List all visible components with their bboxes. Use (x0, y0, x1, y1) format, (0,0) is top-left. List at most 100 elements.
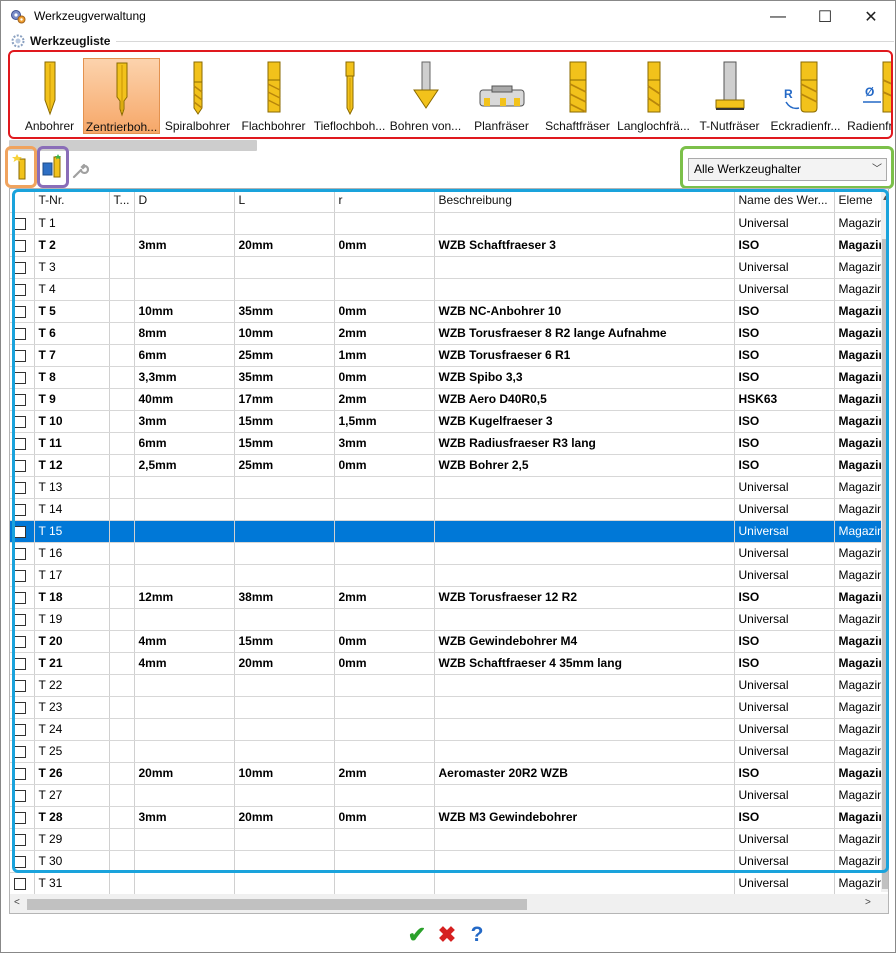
col-header-t[interactable]: T... (109, 189, 135, 213)
close-button[interactable]: ✕ (848, 1, 894, 32)
table-row[interactable]: T 3 Universal Magazin (10, 256, 888, 279)
table-row[interactable]: T 11 6mm 15mm 3mm WZB Radiusfraeser R3 lang I… (10, 432, 888, 455)
tool-tieflochbohrer[interactable]: Tieflochboh... (311, 58, 388, 134)
tool-zentrierbohrer[interactable]: Zentrierboh... (83, 58, 160, 134)
row-checkbox[interactable] (14, 459, 26, 472)
row-checkbox[interactable] (14, 305, 26, 318)
row-checkbox[interactable] (14, 789, 26, 802)
minimize-button[interactable]: — (755, 1, 801, 32)
table-row[interactable]: T 19 Universal Magazin (10, 608, 888, 631)
row-checkbox[interactable] (14, 613, 26, 626)
wrench-icon[interactable] (71, 162, 89, 180)
scroll-right-arrow[interactable]: > (865, 897, 871, 908)
col-header-d[interactable]: D (134, 189, 235, 213)
table-row[interactable]: T 22 Universal Magazin (10, 674, 888, 697)
table-row[interactable]: T 8 3,3mm 35mm 0mm WZB Spibo 3,3 ISO Magazin (10, 366, 888, 389)
table-row[interactable]: T 16 Universal Magazin (10, 542, 888, 565)
row-checkbox[interactable] (14, 547, 26, 560)
row-checkbox[interactable] (14, 635, 26, 648)
table-row[interactable]: T 20 4mm 15mm 0mm WZB Gewindebohrer M4 ISO Mag… (10, 630, 888, 653)
table-row[interactable]: T 25 Universal Magazin (10, 740, 888, 763)
row-checkbox[interactable] (14, 283, 26, 296)
col-header-l[interactable]: L (234, 189, 335, 213)
col-header-holder-name[interactable]: Name des Wer... (734, 189, 835, 213)
col-header-r[interactable]: r (334, 189, 435, 213)
table-row[interactable]: T 13 Universal Magazin (10, 476, 888, 499)
table-row[interactable]: T 29 Universal Magazin (10, 828, 888, 851)
row-checkbox[interactable] (14, 811, 26, 824)
row-checkbox[interactable] (14, 239, 26, 252)
table-row[interactable]: T 27 Universal Magazin (10, 784, 888, 807)
table-row[interactable]: T 24 Universal Magazin (10, 718, 888, 741)
row-checkbox[interactable] (14, 767, 26, 780)
row-checkbox[interactable] (14, 591, 26, 604)
table-row[interactable]: T 31 Universal Magazin (10, 872, 888, 895)
tool-langlochfraeser[interactable]: Langlochfrä... (615, 58, 692, 134)
tool-eckradienfraeser[interactable]: R Eckradienfr... (767, 58, 844, 134)
table-row[interactable]: T 10 3mm 15mm 1,5mm WZB Kugelfraeser 3 ISO Mag… (10, 410, 888, 433)
table-row[interactable]: T 26 20mm 10mm 2mm Aeromaster 20R2 WZB ISO Mag… (10, 762, 888, 785)
row-checkbox[interactable] (14, 327, 26, 340)
new-tool-button[interactable] (5, 146, 37, 188)
row-checkbox[interactable] (14, 415, 26, 428)
col-header-tnr[interactable]: T-Nr. (34, 189, 110, 213)
row-checkbox[interactable] (14, 371, 26, 384)
scroll-left-arrow[interactable]: < (14, 897, 20, 908)
table-row[interactable]: T 30 Universal Magazin (10, 850, 888, 873)
col-header-check[interactable] (10, 189, 35, 213)
table-row[interactable]: T 6 8mm 10mm 2mm WZB Torusfraeser 8 R2 lange… (10, 322, 888, 345)
holder-filter-dropdown[interactable]: Alle Werkzeughalter ﹀ (688, 158, 887, 181)
table-row[interactable]: T 23 Universal Magazin (10, 696, 888, 719)
vertical-scroll-thumb[interactable] (882, 239, 888, 889)
row-checkbox[interactable] (14, 481, 26, 494)
row-checkbox[interactable] (14, 569, 26, 582)
row-checkbox[interactable] (14, 723, 26, 736)
cell-desc (434, 674, 735, 697)
row-checkbox[interactable] (14, 855, 26, 868)
row-checkbox[interactable] (14, 393, 26, 406)
tool-anbohrer[interactable]: Anbohrer (11, 58, 88, 134)
maximize-button[interactable]: ☐ (802, 1, 848, 32)
row-checkbox[interactable] (14, 877, 26, 890)
row-checkbox[interactable] (14, 701, 26, 714)
help-button[interactable]: ? (465, 923, 489, 947)
table-row[interactable]: T 9 40mm 17mm 2mm WZB Aero D40R0,5 HSK63 Magaz… (10, 388, 888, 411)
row-checkbox[interactable] (14, 745, 26, 758)
tool-schaftfraeser[interactable]: Schaftfräser (539, 58, 616, 134)
table-row[interactable]: T 28 3mm 20mm 0mm WZB M3 Gewindebohrer ISO Mag… (10, 806, 888, 829)
cancel-button[interactable]: ✖ (435, 922, 459, 947)
table-row[interactable]: T 2 3mm 20mm 0mm WZB Schaftfraeser 3 ISO Magaz… (10, 234, 888, 257)
row-checkbox[interactable] (14, 833, 26, 846)
table-row[interactable]: T 14 Universal Magazin (10, 498, 888, 521)
row-checkbox[interactable] (14, 437, 26, 450)
row-checkbox[interactable] (14, 679, 26, 692)
row-checkbox[interactable] (14, 657, 26, 670)
table-row[interactable]: T 15 Universal Magazin (10, 520, 888, 543)
row-checkbox[interactable] (14, 525, 26, 538)
table-row[interactable]: T 7 6mm 25mm 1mm WZB Torusfraeser 6 R1 ISO Mag… (10, 344, 888, 367)
col-header-beschreibung[interactable]: Beschreibung (434, 189, 735, 213)
horizontal-scroll-thumb[interactable] (27, 899, 527, 910)
table-row[interactable]: T 1 Universal Magazin (10, 212, 888, 235)
edit-tool-button[interactable] (37, 146, 69, 188)
row-checkbox[interactable] (14, 217, 26, 230)
tool-planfraeser[interactable]: Planfräser (463, 58, 540, 134)
scroll-up-arrow[interactable]: ▲ (881, 193, 888, 203)
table-row[interactable]: T 4 Universal Magazin (10, 278, 888, 301)
table-row[interactable]: T 12 2,5mm 25mm 0mm WZB Bohrer 2,5 ISO Magazin (10, 454, 888, 477)
table-row[interactable]: T 18 12mm 38mm 2mm WZB Torusfraeser 12 R2 ISO… (10, 586, 888, 609)
horizontal-scrollbar[interactable]: < > (10, 894, 888, 913)
row-checkbox[interactable] (14, 349, 26, 362)
tool-radienfraeser[interactable]: Ø Radienfräser (843, 58, 891, 134)
vertical-scrollbar[interactable]: ▲ (881, 189, 888, 892)
table-row[interactable]: T 21 4mm 20mm 0mm WZB Schaftfraeser 4 35mm l… (10, 652, 888, 675)
row-checkbox[interactable] (14, 503, 26, 516)
tool-t-nutfraeser[interactable]: T-Nutfräser (691, 58, 768, 134)
tool-spiralbohrer[interactable]: Spiralbohrer (159, 58, 236, 134)
ok-button[interactable]: ✔ (405, 922, 429, 947)
table-row[interactable]: T 5 10mm 35mm 0mm WZB NC-Anbohrer 10 ISO Magaz… (10, 300, 888, 323)
row-checkbox[interactable] (14, 261, 26, 274)
tool-bohren-von[interactable]: Bohren von... (387, 58, 464, 134)
tool-flachbohrer[interactable]: Flachbohrer (235, 58, 312, 134)
table-row[interactable]: T 17 Universal Magazin (10, 564, 888, 587)
